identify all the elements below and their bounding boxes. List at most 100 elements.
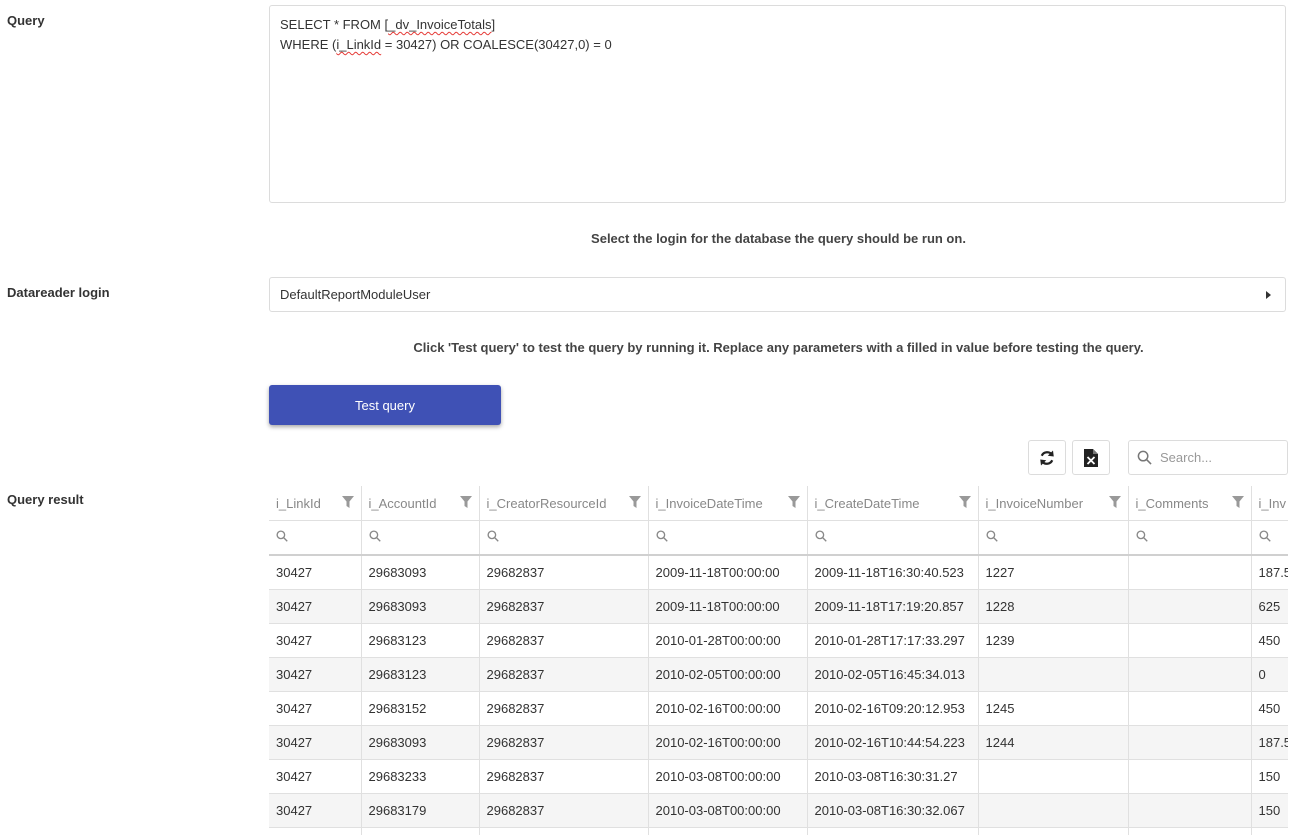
table-cell: 29682837 [479,793,649,828]
search-icon [486,530,499,542]
test-query-button[interactable]: Test query [269,385,501,425]
table-cell: 2010-03-08T16:30:32.067 [807,793,979,828]
table-cell: 29683093 [361,555,480,590]
column-filter-cell[interactable] [648,520,808,556]
search-icon [368,530,381,542]
table-cell [1128,555,1252,590]
query-editor[interactable]: SELECT * FROM [_dv_InvoiceTotals] WHERE … [269,5,1286,203]
table-cell [807,827,979,835]
table-cell: 625 [1251,589,1288,624]
table-row[interactable]: 30427 29683179 29682837 2010-03-08T00:00:00… [269,793,1288,828]
column-filter-button[interactable] [1108,495,1121,511]
test-query-hint: Click 'Test query' to test the query by … [413,340,1144,355]
table-row[interactable]: 30427 29683123 29682837 2010-02-05T00:00:00… [269,657,1288,692]
table-cell [1251,827,1288,835]
table-cell: 29682837 [479,555,649,590]
column-filter-button[interactable] [958,495,971,511]
table-cell: 29683179 [361,793,480,828]
table-cell: 30427 [269,555,362,590]
table-row[interactable]: 30427 29683123 29682837 2010-01-28T00:00:00… [269,623,1288,658]
table-cell: 30427 [269,691,362,726]
table-cell: 29682837 [479,657,649,692]
column-filter-cell[interactable] [807,520,979,556]
datareader-login-value: DefaultReportModuleUser [280,287,431,302]
grid-search-input[interactable] [1158,449,1280,466]
datareader-login-label: Datareader login [7,285,110,300]
filter-icon [1231,495,1244,508]
column-header[interactable]: i_CreatorResourceId [479,486,649,521]
column-filter-cell[interactable] [1251,520,1288,556]
column-filter-cell[interactable] [1128,520,1252,556]
table-cell: 1244 [978,725,1129,760]
column-header[interactable]: i_InvoiceNumber [978,486,1129,521]
table-cell: 2010-01-28T17:17:33.297 [807,623,979,658]
table-row[interactable] [269,827,1288,835]
column-header[interactable]: i_AccountId [361,486,480,521]
table-cell: 450 [1251,691,1288,726]
query-label: Query [7,13,45,28]
column-header-label: i_LinkId [276,495,321,511]
table-cell: 29683123 [361,623,480,658]
column-header-label: i_AccountId [368,495,437,511]
search-icon [276,530,288,542]
table-cell [1128,827,1252,835]
column-filter-cell[interactable] [269,520,362,556]
table-cell: 187.5 [1251,555,1288,590]
select-login-hint: Select the login for the database the qu… [591,231,966,246]
column-header[interactable]: i_InvoiceDateTime [648,486,808,521]
table-cell: 29682837 [479,589,649,624]
table-cell [978,827,1129,835]
table-cell [1128,691,1252,726]
table-cell [1128,759,1252,794]
table-cell [648,827,808,835]
table-row[interactable]: 30427 29683093 29682837 2010-02-16T00:00:00… [269,725,1288,760]
table-row[interactable]: 30427 29683233 29682837 2010-03-08T00:00:00… [269,759,1288,794]
table-cell: 2010-03-08T00:00:00 [648,759,808,794]
table-cell [479,827,649,835]
excel-export-button[interactable] [1072,440,1110,475]
column-filter-button[interactable] [459,495,472,511]
column-header[interactable]: i_CreateDateTime [807,486,979,521]
table-cell: 2010-02-05T16:45:34.013 [807,657,979,692]
column-header[interactable]: i_Comments [1128,486,1252,521]
column-filter-cell[interactable] [361,520,480,556]
column-header-label: i_InvoiceNumber [985,495,1084,511]
table-cell: 2009-11-18T17:19:20.857 [807,589,979,624]
column-header[interactable]: i_Inv [1251,486,1288,521]
table-cell: 1245 [978,691,1129,726]
refresh-button[interactable] [1028,440,1066,475]
table-row[interactable]: 30427 29683152 29682837 2010-02-16T00:00:00… [269,691,1288,726]
table-cell: 30427 [269,657,362,692]
table-cell: 30427 [269,793,362,828]
table-cell: 1228 [978,589,1129,624]
search-icon [1135,530,1148,542]
table-cell [1128,623,1252,658]
table-cell: 29683093 [361,725,480,760]
table-cell: 1239 [978,623,1129,658]
query-text-2b: i_LinkId [336,37,382,52]
table-cell: 150 [1251,759,1288,794]
column-header-label: i_Comments [1135,495,1209,511]
search-icon [814,530,827,542]
table-row[interactable]: 30427 29683093 29682837 2009-11-18T00:00:00… [269,589,1288,624]
grid-search[interactable] [1128,440,1288,475]
table-cell [978,793,1129,828]
table-row[interactable]: 30427 29683093 29682837 2009-11-18T00:00:00… [269,555,1288,590]
column-filter-cell[interactable] [479,520,649,556]
column-filter-button[interactable] [787,495,800,511]
datareader-login-select[interactable]: DefaultReportModuleUser [269,277,1286,312]
column-filter-button[interactable] [628,495,641,511]
column-filter-button[interactable] [1231,495,1244,511]
table-cell: 0 [1251,657,1288,692]
table-cell [1128,657,1252,692]
column-filter-cell[interactable] [978,520,1129,556]
table-cell: 29683123 [361,657,480,692]
excel-export-icon [1084,448,1098,467]
filter-icon [1108,495,1121,508]
filter-icon [459,495,472,508]
table-cell [269,827,362,835]
table-cell [361,827,480,835]
column-header[interactable]: i_LinkId [269,486,362,521]
column-filter-button[interactable] [341,495,354,511]
table-cell: 29683233 [361,759,480,794]
